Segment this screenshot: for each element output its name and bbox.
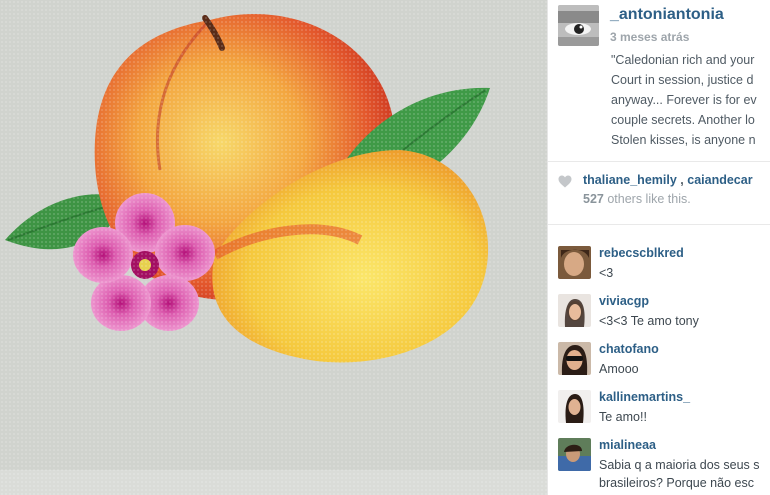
divider: [548, 224, 770, 225]
owner-avatar[interactable]: [558, 5, 599, 46]
comment-text: Te amo!!: [599, 410, 647, 424]
caption-line: Court in session, justice d: [611, 73, 754, 87]
avatar[interactable]: [558, 342, 591, 375]
comment-item: rebecscblkred <3: [558, 246, 770, 290]
likes-count-number[interactable]: 527: [583, 192, 604, 206]
post-sidebar: _antoniantonia 3 meses atrás "Caledonian…: [548, 0, 770, 495]
post-caption: "Caledonian rich and your Court in sessi…: [611, 50, 770, 150]
avatar[interactable]: [558, 246, 591, 279]
caption-line: "Caledonian rich and your: [611, 53, 755, 67]
comment-username[interactable]: viviacgp: [599, 294, 649, 308]
avatar: [558, 5, 599, 46]
likers-list: thaliane_hemily , caiandecar: [583, 173, 753, 187]
comment-text-line: brasileiros? Porque não esc: [599, 476, 754, 490]
avatar[interactable]: [558, 438, 591, 471]
comment-text: <3: [599, 266, 614, 280]
comment-username[interactable]: mialineaa: [599, 438, 656, 452]
comment-username[interactable]: rebecscblkred: [599, 246, 684, 260]
post-timestamp[interactable]: 3 meses atrás: [610, 30, 689, 44]
comment-text: <3<3 Te amo tony: [599, 314, 699, 328]
likes-count: 527 others like this.: [583, 192, 691, 206]
avatar[interactable]: [558, 294, 591, 327]
liker-name[interactable]: thaliane_hemily: [583, 173, 677, 187]
caption-line: anyway... Forever is for ev: [611, 93, 757, 107]
comment-text: Sabia q a maioria dos seus s brasileiros…: [599, 456, 760, 492]
comment-item: kallinemartins_ Te amo!!: [558, 390, 770, 434]
liker-separator: ,: [680, 173, 684, 187]
comment-item: viviacgp <3<3 Te amo tony: [558, 294, 770, 338]
comment-username[interactable]: chatofano: [599, 342, 659, 356]
owner-username[interactable]: _antoniantonia: [610, 6, 724, 24]
comment-item: chatofano Amooo: [558, 342, 770, 386]
likes-count-text: others like this.: [607, 192, 691, 206]
comment-text: Amooo: [599, 362, 639, 376]
avatar[interactable]: [558, 390, 591, 423]
comment-text-line: Sabia q a maioria dos seus s: [599, 458, 760, 472]
peach-illustration: [0, 0, 547, 495]
caption-line: couple secrets. Another lo: [611, 113, 755, 127]
comment-item: mialineaa Sabia q a maioria dos seus s b…: [558, 438, 770, 495]
divider: [548, 161, 770, 162]
post-photo[interactable]: [0, 0, 547, 495]
liker-name[interactable]: caiandecar: [687, 173, 752, 187]
comment-username[interactable]: kallinemartins_: [599, 390, 690, 404]
caption-line: Stolen kisses, is anyone n: [611, 133, 756, 147]
heart-icon[interactable]: [558, 175, 572, 188]
